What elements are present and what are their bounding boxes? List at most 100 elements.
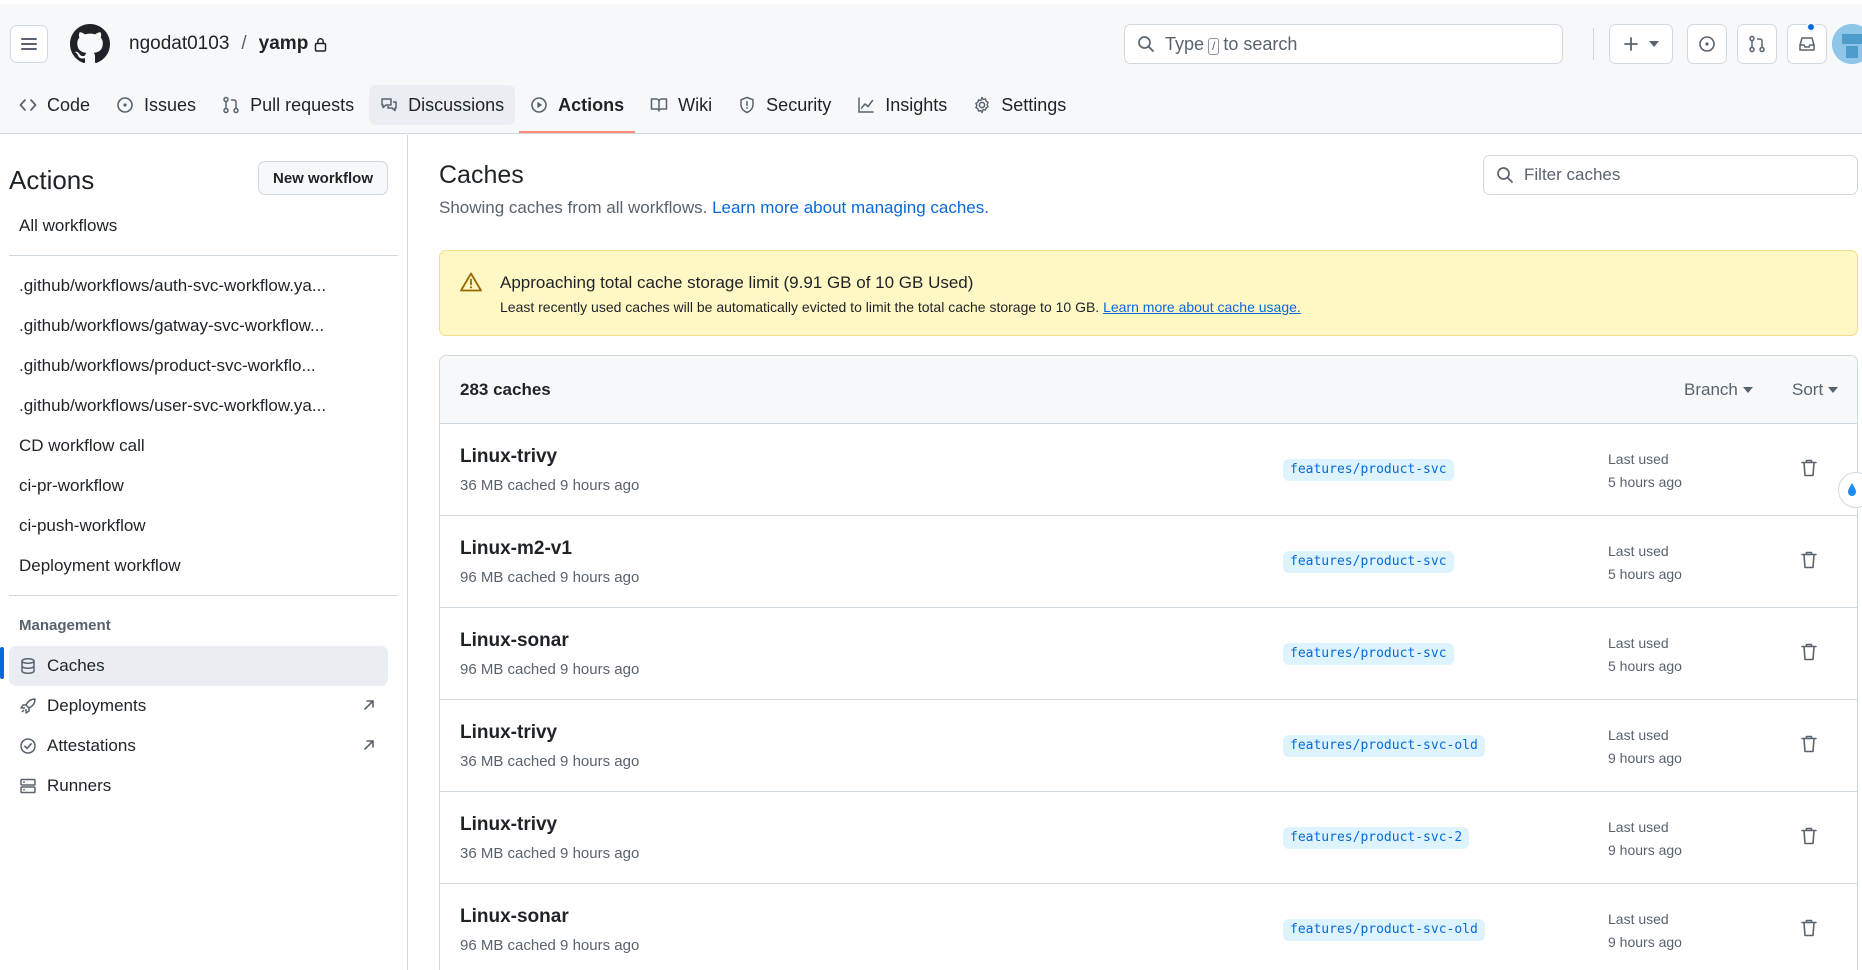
trash-icon[interactable] [1801, 826, 1817, 846]
banner-body: Least recently used caches will be autom… [500, 299, 1100, 315]
trash-icon[interactable] [1801, 918, 1817, 938]
cache-count: 283 caches [460, 380, 551, 399]
management-heading: Management [19, 617, 111, 634]
repo-navigation: Code Issues Pull requests Discussions Ac… [8, 85, 1081, 133]
tab-code[interactable]: Code [8, 85, 101, 125]
sidebar-item-workflow[interactable]: .github/workflows/product-svc-workflo... [9, 346, 388, 386]
tab-label: Issues [144, 94, 197, 115]
managing-caches-link[interactable]: Learn more about managing caches. [712, 198, 989, 217]
sidebar-item-workflow[interactable]: .github/workflows/auth-svc-workflow.ya..… [9, 266, 388, 306]
page-subtitle: Showing caches from all workflows. Learn… [439, 198, 989, 218]
issue-icon [116, 96, 134, 114]
branch-label[interactable]: features/product-svc [1283, 551, 1454, 573]
actions-sidebar: Actions New workflow All workflows .gith… [0, 135, 408, 970]
trash-icon[interactable] [1801, 642, 1817, 662]
last-used: Last used 5 hours ago [1608, 451, 1682, 490]
sidebar-item-runners[interactable]: Runners [9, 766, 388, 806]
tab-label: Insights [885, 94, 948, 115]
issues-button[interactable] [1687, 24, 1727, 64]
page-title: Caches [439, 161, 524, 189]
hamburger-icon [20, 36, 38, 52]
cache-name: Linux-trivy [460, 446, 558, 467]
sidebar-item-all-workflows[interactable]: All workflows [9, 206, 388, 246]
table-row: Linux-sonar 96 MB cached 9 hours ago fea… [440, 608, 1857, 700]
alert-icon [460, 272, 482, 292]
sidebar-item-workflow[interactable]: .github/workflows/user-svc-workflow.ya..… [9, 386, 388, 426]
sidebar-item-workflow[interactable]: CD workflow call [9, 426, 388, 466]
breadcrumb: ngodat0103 / yamp [129, 33, 327, 55]
trash-icon[interactable] [1801, 550, 1817, 570]
filter-caches-input[interactable]: Filter caches [1483, 155, 1858, 195]
tab-label: Code [47, 94, 91, 115]
cache-name: Linux-m2-v1 [460, 538, 572, 559]
sort-dropdown[interactable]: Sort [1792, 380, 1839, 400]
sidebar-item-label: Runners [47, 776, 112, 795]
graph-icon [857, 96, 875, 114]
last-used: Last used 9 hours ago [1608, 819, 1682, 858]
window-top-edge [0, 0, 1862, 4]
tab-label: Actions [558, 94, 625, 115]
sort-label: Sort [1792, 380, 1824, 399]
gear-icon [973, 96, 991, 114]
lock-icon [314, 37, 327, 52]
tab-settings[interactable]: Settings [962, 85, 1077, 125]
table-row: Linux-trivy 36 MB cached 9 hours ago fea… [440, 700, 1857, 792]
pull-request-icon [1748, 35, 1766, 53]
sidebar-item-deployments[interactable]: Deployments [9, 686, 388, 726]
sidebar-item-label: Deployments [47, 696, 147, 715]
tab-security[interactable]: Security [727, 85, 842, 125]
global-header: ngodat0103 / yamp Type/to search Code [0, 0, 1862, 134]
sidebar-item-workflow[interactable]: ci-push-workflow [9, 506, 388, 546]
global-search-input[interactable]: Type / to search [1124, 24, 1563, 64]
book-icon [650, 96, 668, 114]
cache-meta: 36 MB cached 9 hours ago [460, 845, 640, 862]
play-icon [530, 96, 548, 114]
create-new-button[interactable] [1609, 24, 1673, 64]
github-logo-icon[interactable] [70, 24, 110, 64]
avatar[interactable] [1832, 24, 1862, 64]
search-icon [1496, 166, 1514, 184]
sidebar-item-attestations[interactable]: Attestations [9, 726, 388, 766]
menu-button[interactable] [10, 25, 48, 63]
repo-link[interactable]: yamp [259, 33, 328, 55]
cache-limit-banner: Approaching total cache storage limit (9… [439, 250, 1858, 336]
sidebar-item-workflow[interactable]: Deployment workflow [9, 546, 388, 586]
slash-key-hint: / [1208, 37, 1220, 55]
tab-pull-requests[interactable]: Pull requests [211, 85, 365, 125]
tab-discussions[interactable]: Discussions [369, 85, 516, 125]
table-row: Linux-m2-v1 96 MB cached 9 hours ago fea… [440, 516, 1857, 608]
banner-title: Approaching total cache storage limit (9… [500, 273, 974, 292]
sidebar-item-workflow[interactable]: ci-pr-workflow [9, 466, 388, 506]
cache-meta: 96 MB cached 9 hours ago [460, 569, 640, 586]
cache-meta: 96 MB cached 9 hours ago [460, 937, 640, 954]
pull-requests-button[interactable] [1737, 24, 1777, 64]
cache-meta: 96 MB cached 9 hours ago [460, 661, 640, 678]
branch-filter-dropdown[interactable]: Branch [1684, 380, 1753, 400]
branch-label[interactable]: features/product-svc-old [1283, 919, 1485, 941]
issue-opened-icon [1698, 35, 1716, 53]
tab-label: Pull requests [250, 94, 355, 115]
tab-issues[interactable]: Issues [105, 85, 207, 125]
header-divider [1593, 28, 1594, 60]
tab-label: Security [766, 94, 832, 115]
tab-wiki[interactable]: Wiki [639, 85, 723, 125]
sidebar-item-label: Caches [47, 656, 105, 675]
trash-icon[interactable] [1801, 734, 1817, 754]
new-workflow-button[interactable]: New workflow [258, 161, 388, 195]
filter-placeholder: Filter caches [1524, 165, 1621, 184]
sidebar-item-workflow[interactable]: .github/workflows/gatway-svc-workflow... [9, 306, 388, 346]
table-row: Linux-trivy 36 MB cached 9 hours ago fea… [440, 424, 1857, 516]
branch-label[interactable]: features/product-svc-old [1283, 735, 1485, 757]
notification-indicator [1806, 22, 1816, 32]
cache-usage-link[interactable]: Learn more about cache usage. [1103, 299, 1301, 315]
branch-label[interactable]: features/product-svc-2 [1283, 827, 1470, 849]
code-icon [19, 96, 37, 114]
owner-link[interactable]: ngodat0103 [129, 33, 229, 55]
branch-label[interactable]: features/product-svc [1283, 643, 1454, 665]
search-placeholder: Type / to search [1165, 33, 1298, 55]
trash-icon[interactable] [1801, 458, 1817, 478]
sidebar-item-caches[interactable]: Caches [9, 646, 388, 686]
tab-actions[interactable]: Actions [519, 85, 636, 133]
branch-label[interactable]: features/product-svc [1283, 459, 1454, 481]
tab-insights[interactable]: Insights [846, 85, 958, 125]
